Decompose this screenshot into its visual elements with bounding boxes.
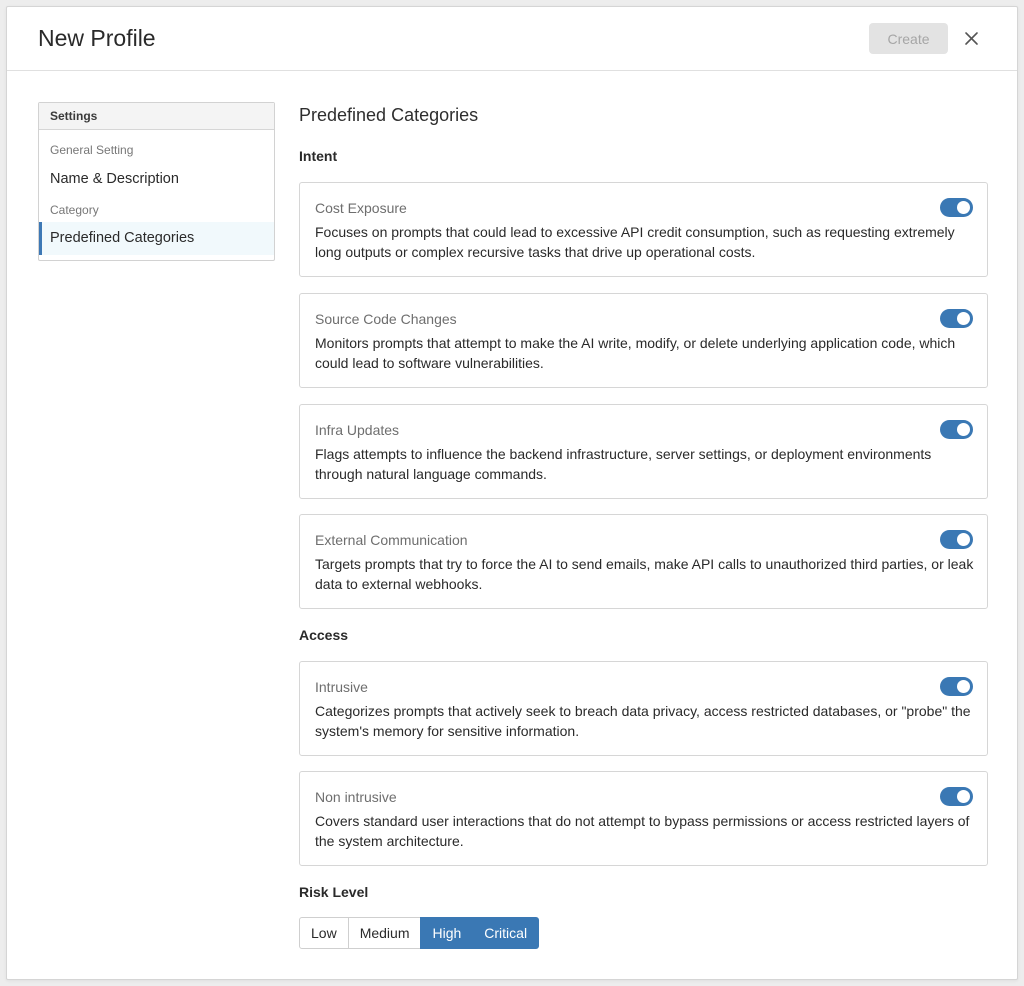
risk-option-medium[interactable]: Medium bbox=[347, 917, 422, 949]
sidebar-heading: Settings bbox=[39, 103, 274, 130]
close-button[interactable] bbox=[962, 27, 982, 51]
enable-toggle[interactable] bbox=[940, 198, 973, 217]
card-description: Monitors prompts that attempt to make th… bbox=[315, 335, 956, 371]
risk-option-low[interactable]: Low bbox=[299, 917, 349, 949]
risk-level-selector: Low Medium High Critical bbox=[299, 917, 540, 949]
page-title: Predefined Categories bbox=[299, 105, 479, 125]
enable-toggle[interactable] bbox=[940, 530, 973, 549]
card-title: Infra Updates bbox=[315, 422, 400, 438]
card-title: Non intrusive bbox=[315, 789, 397, 805]
dialog-header: New Profile Create bbox=[7, 7, 1017, 71]
category-card-intrusive: Intrusive Categorizes prompts that activ… bbox=[299, 661, 988, 756]
category-card-source-code-changes: Source Code Changes Monitors prompts tha… bbox=[299, 293, 988, 388]
card-title: Intrusive bbox=[315, 679, 368, 695]
create-button[interactable]: Create bbox=[869, 23, 948, 54]
toggle-knob bbox=[957, 201, 970, 214]
section-label-access: Access bbox=[299, 627, 349, 643]
card-title: External Communication bbox=[315, 532, 468, 548]
card-description: Targets prompts that try to force the AI… bbox=[315, 556, 974, 592]
category-card-non-intrusive: Non intrusive Covers standard user inter… bbox=[299, 771, 988, 866]
category-card-external-communication: External Communication Targets prompts t… bbox=[299, 514, 988, 609]
dialog-title: New Profile bbox=[38, 25, 156, 51]
toggle-knob bbox=[957, 533, 970, 546]
card-description: Focuses on prompts that could lead to ex… bbox=[315, 224, 955, 260]
section-label-intent: Intent bbox=[299, 148, 338, 164]
enable-toggle[interactable] bbox=[940, 677, 973, 696]
card-title: Cost Exposure bbox=[315, 200, 407, 216]
card-description: Covers standard user interactions that d… bbox=[315, 813, 970, 849]
category-card-cost-exposure: Cost Exposure Focuses on prompts that co… bbox=[299, 182, 988, 277]
toggle-knob bbox=[957, 312, 970, 325]
sidebar-group-general: General Setting bbox=[50, 143, 134, 157]
section-label-risk-level: Risk Level bbox=[299, 884, 369, 900]
sidebar-group-category: Category bbox=[50, 203, 99, 217]
new-profile-dialog: New Profile Create Settings General Sett… bbox=[6, 6, 1018, 980]
sidebar-item-name-description[interactable]: Name & Description bbox=[39, 163, 274, 196]
card-description: Flags attempts to influence the backend … bbox=[315, 446, 932, 482]
risk-option-high[interactable]: High bbox=[420, 917, 474, 949]
enable-toggle[interactable] bbox=[940, 309, 973, 328]
toggle-knob bbox=[957, 790, 970, 803]
risk-option-critical[interactable]: Critical bbox=[472, 917, 540, 949]
toggle-knob bbox=[957, 423, 970, 436]
toggle-knob bbox=[957, 680, 970, 693]
settings-sidebar: Settings General Setting Name & Descript… bbox=[38, 102, 275, 261]
card-title: Source Code Changes bbox=[315, 311, 457, 327]
close-icon bbox=[965, 32, 978, 45]
card-description: Categorizes prompts that actively seek t… bbox=[315, 703, 971, 739]
sidebar-item-predefined-categories[interactable]: Predefined Categories bbox=[39, 222, 274, 255]
enable-toggle[interactable] bbox=[940, 420, 973, 439]
category-card-infra-updates: Infra Updates Flags attempts to influenc… bbox=[299, 404, 988, 499]
enable-toggle[interactable] bbox=[940, 787, 973, 806]
